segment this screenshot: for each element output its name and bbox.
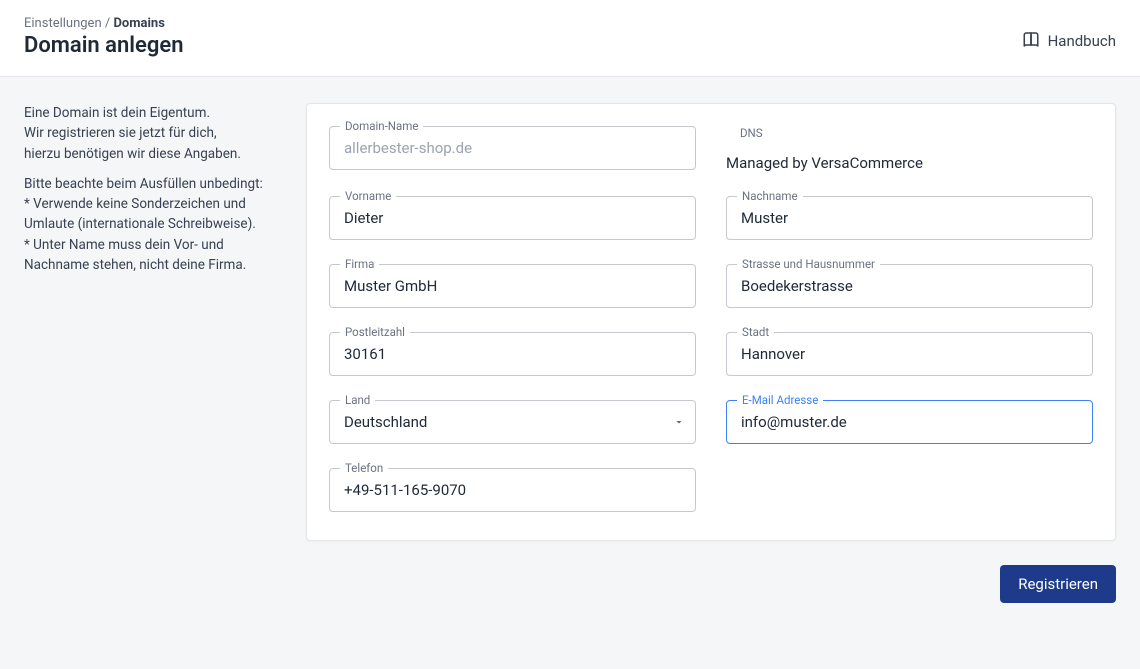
vorname-label: Vorname: [340, 189, 396, 203]
vorname-field[interactable]: Vorname: [329, 196, 696, 240]
manual-link-label: Handbuch: [1048, 32, 1116, 50]
domain-name-label: Domain-Name: [340, 119, 423, 133]
plz-field[interactable]: Postleitzahl: [329, 332, 696, 376]
vorname-input[interactable]: [330, 209, 695, 227]
land-label: Land: [340, 393, 375, 407]
telefon-field[interactable]: Telefon: [329, 468, 696, 512]
plz-input[interactable]: [330, 345, 695, 363]
help-text: Eine Domain ist dein Eigentum. Wir regis…: [24, 103, 280, 285]
domain-form-card: Domain-Name DNS Managed by VersaCommerce…: [306, 103, 1116, 541]
dns-value: Managed by VersaCommerce: [726, 154, 1093, 172]
domain-name-field[interactable]: Domain-Name: [329, 126, 696, 170]
manual-link[interactable]: Handbuch: [1022, 16, 1116, 52]
dns-block: DNS Managed by VersaCommerce: [726, 126, 1093, 172]
nachname-label: Nachname: [737, 189, 803, 203]
help-line: * Verwende keine Sonderzeichen und Umlau…: [24, 196, 256, 232]
domain-name-input[interactable]: [330, 139, 695, 157]
strasse-input[interactable]: [727, 277, 1092, 295]
stadt-input[interactable]: [727, 345, 1092, 363]
chevron-down-icon: [673, 416, 685, 428]
plz-label: Postleitzahl: [340, 325, 410, 339]
help-line: Bitte beachte beim Ausfüllen unbedingt:: [24, 176, 263, 192]
email-label: E-Mail Adresse: [737, 393, 823, 407]
nachname-input[interactable]: [727, 209, 1092, 227]
firma-input[interactable]: [330, 277, 695, 295]
breadcrumb-sep: /: [102, 16, 114, 31]
breadcrumb: Einstellungen / Domains: [24, 16, 183, 31]
telefon-input[interactable]: [330, 481, 695, 499]
telefon-label: Telefon: [340, 461, 388, 475]
help-line: Wir registrieren sie jetzt für dich,: [24, 125, 217, 141]
firma-field[interactable]: Firma: [329, 264, 696, 308]
dns-label: DNS: [740, 126, 1093, 140]
help-line: Eine Domain ist dein Eigentum.: [24, 105, 210, 121]
help-line: * Unter Name muss dein Vor- und Nachname…: [24, 237, 246, 273]
register-button[interactable]: Registrieren: [1000, 565, 1116, 603]
firma-label: Firma: [340, 257, 379, 271]
land-value: Deutschland: [330, 413, 673, 431]
land-field[interactable]: Land Deutschland: [329, 400, 696, 444]
book-icon: [1022, 30, 1040, 52]
strasse-label: Strasse und Hausnummer: [737, 257, 880, 271]
stadt-field[interactable]: Stadt: [726, 332, 1093, 376]
strasse-field[interactable]: Strasse und Hausnummer: [726, 264, 1093, 308]
help-line: hierzu benötigen wir diese Angaben.: [24, 146, 241, 162]
page-title: Domain anlegen: [24, 33, 183, 58]
nachname-field[interactable]: Nachname: [726, 196, 1093, 240]
email-field[interactable]: E-Mail Adresse: [726, 400, 1093, 444]
email-input[interactable]: [727, 413, 1092, 431]
breadcrumb-current[interactable]: Domains: [113, 16, 164, 31]
stadt-label: Stadt: [737, 325, 774, 339]
breadcrumb-parent[interactable]: Einstellungen: [24, 16, 102, 31]
